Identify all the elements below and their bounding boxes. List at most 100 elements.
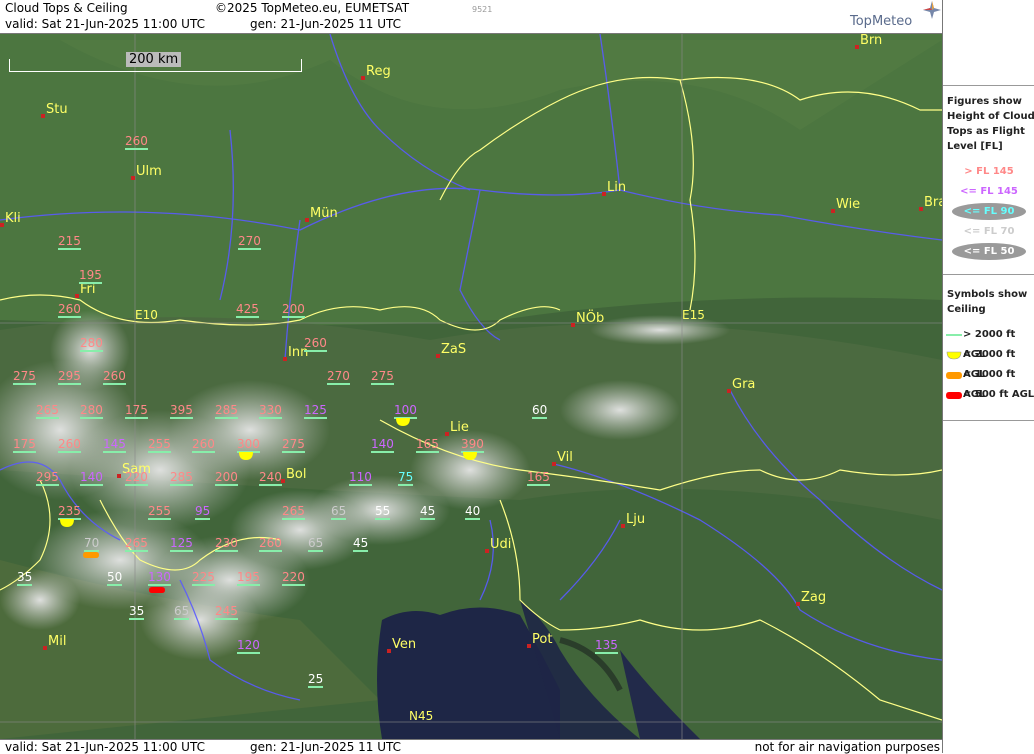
city-label[interactable]: Lin	[607, 180, 626, 195]
cloud-top-value: 300	[237, 437, 260, 453]
city-label[interactable]: Mil	[48, 634, 66, 649]
ceiling-underline	[103, 451, 126, 453]
city-label[interactable]: Ulm	[136, 164, 162, 179]
cloud-top-value: 270	[327, 369, 350, 385]
ceiling-underline	[371, 383, 394, 385]
cloud-top-value: 75	[398, 470, 414, 486]
city-label[interactable]: Bol	[286, 467, 306, 482]
city-marker	[571, 323, 575, 327]
ceiling-legend-entry: < 500 ft AGL	[943, 385, 1034, 405]
cloud-top-value: 175	[13, 437, 36, 453]
city-label[interactable]: Fri	[80, 282, 96, 297]
footer-bar: valid: Sat 21-Jun-2025 11:00 UTC gen: 21…	[0, 739, 942, 754]
cloud-top-value: 175	[125, 403, 148, 419]
ceiling-underline	[282, 584, 305, 586]
ceiling-underline	[80, 350, 103, 352]
cloud-top-value: 260	[304, 336, 327, 352]
city-label[interactable]: Lie	[450, 420, 469, 435]
cloud-top-value: 215	[58, 234, 81, 250]
city-label[interactable]: Wie	[836, 197, 860, 212]
legend-panel: Figures show Height of Cloud Tops as Fli…	[942, 0, 1034, 753]
city-label[interactable]: Gra	[732, 377, 755, 392]
cloud-top-value: 245	[215, 604, 238, 620]
cloud-top-value: 235	[58, 504, 81, 520]
ceiling-underline	[353, 550, 369, 552]
product-code: 9521	[472, 5, 493, 14]
legend-entry: <= FL 70	[943, 222, 1034, 242]
city-label[interactable]: Zag	[801, 590, 826, 605]
ceiling-symbol	[239, 452, 253, 460]
cloud-top-value: 265	[36, 403, 59, 419]
cloud-top-value: 280	[80, 336, 103, 352]
ceiling-underline	[532, 417, 548, 419]
ceiling-underline	[349, 484, 372, 486]
map-overlay: BrnRegStuUlmLinWieBraKliMünFriNÖbInnZaSG…	[0, 34, 942, 739]
city-marker	[621, 524, 625, 528]
city-label[interactable]: Vil	[557, 450, 573, 465]
map-title: Cloud Tops & Ceiling	[5, 1, 128, 15]
ceiling-legend-symbol	[946, 372, 962, 379]
satellite-map[interactable]: 200 km BrnRegStuUlmLinWieBraKliMünFriNÖb…	[0, 34, 942, 739]
city-label[interactable]: NÖb	[576, 311, 604, 326]
symbols-legend: Symbols show Ceiling > 2000 ft AGL < 2000…	[943, 274, 1034, 421]
ceiling-legend-entry: < 2000 ft AGL	[943, 345, 1034, 380]
cloud-top-value: 45	[353, 536, 369, 552]
ceiling-underline	[125, 148, 148, 150]
cloud-top-value: 140	[80, 470, 103, 486]
ceiling-underline	[375, 518, 391, 520]
city-marker	[117, 474, 121, 478]
city-marker	[919, 207, 923, 211]
city-label[interactable]: Mün	[310, 206, 338, 221]
ceiling-underline	[398, 484, 414, 486]
city-label[interactable]: Udi	[490, 537, 511, 552]
ceiling-underline	[259, 417, 282, 419]
city-label[interactable]: Kli	[5, 211, 21, 226]
cloud-top-value: 280	[80, 403, 103, 419]
cloud-top-value: 50	[107, 570, 123, 586]
cloud-top-value: 145	[103, 437, 126, 453]
ceiling-underline	[148, 518, 171, 520]
cloud-top-value: 255	[148, 437, 171, 453]
ceiling-underline	[148, 451, 171, 453]
city-label[interactable]: Pot	[532, 632, 552, 647]
city-label[interactable]: Stu	[46, 102, 68, 117]
ceiling-legend-label: < 500 ft AGL	[963, 389, 1034, 400]
cloud-top-value: 220	[282, 570, 305, 586]
cloud-top-value: 295	[58, 369, 81, 385]
figures-legend-entries: > FL 145 <= FL 145 <= FL 90 <= FL 70 <= FL 5…	[943, 162, 1034, 262]
cloud-top-value: 65	[331, 504, 347, 520]
cloud-top-value: 260	[259, 536, 282, 552]
ceiling-symbol	[83, 552, 99, 558]
cloud-top-value: 45	[420, 504, 436, 520]
ceiling-underline	[371, 451, 394, 453]
cloud-top-value: 65	[308, 536, 324, 552]
ceiling-underline	[125, 550, 148, 552]
ceiling-underline	[80, 484, 103, 486]
city-label[interactable]: Lju	[626, 512, 645, 527]
city-label[interactable]: Bra	[924, 195, 942, 210]
city-marker	[831, 209, 835, 213]
legend-entry-label: <= FL 70	[963, 226, 1015, 237]
ceiling-underline	[170, 417, 193, 419]
legend-entry: <= FL 50	[943, 242, 1034, 262]
city-marker	[552, 462, 556, 466]
cloud-top-value: 285	[215, 403, 238, 419]
cloud-top-value: 265	[282, 504, 305, 520]
city-label[interactable]: Reg	[366, 64, 391, 79]
ceiling-underline	[129, 618, 145, 620]
topmeteo-logo[interactable]: TopMeteo	[850, 14, 912, 29]
ceiling-symbol	[149, 587, 165, 593]
ceiling-underline	[237, 652, 260, 654]
cloud-top-value: 240	[259, 470, 282, 486]
city-label[interactable]: Brn	[860, 34, 882, 48]
ceiling-underline	[36, 417, 59, 419]
grid-label: E15	[682, 308, 705, 322]
city-label[interactable]: ZaS	[441, 342, 466, 357]
ceiling-underline	[527, 484, 550, 486]
cloud-top-value: 260	[58, 437, 81, 453]
ceiling-underline	[17, 584, 33, 586]
city-label[interactable]: Ven	[392, 637, 416, 652]
cloud-top-value: 165	[527, 470, 550, 486]
header-bar: Cloud Tops & Ceiling ©2025 TopMeteo.eu, …	[0, 0, 942, 34]
cloud-top-value: 200	[215, 470, 238, 486]
